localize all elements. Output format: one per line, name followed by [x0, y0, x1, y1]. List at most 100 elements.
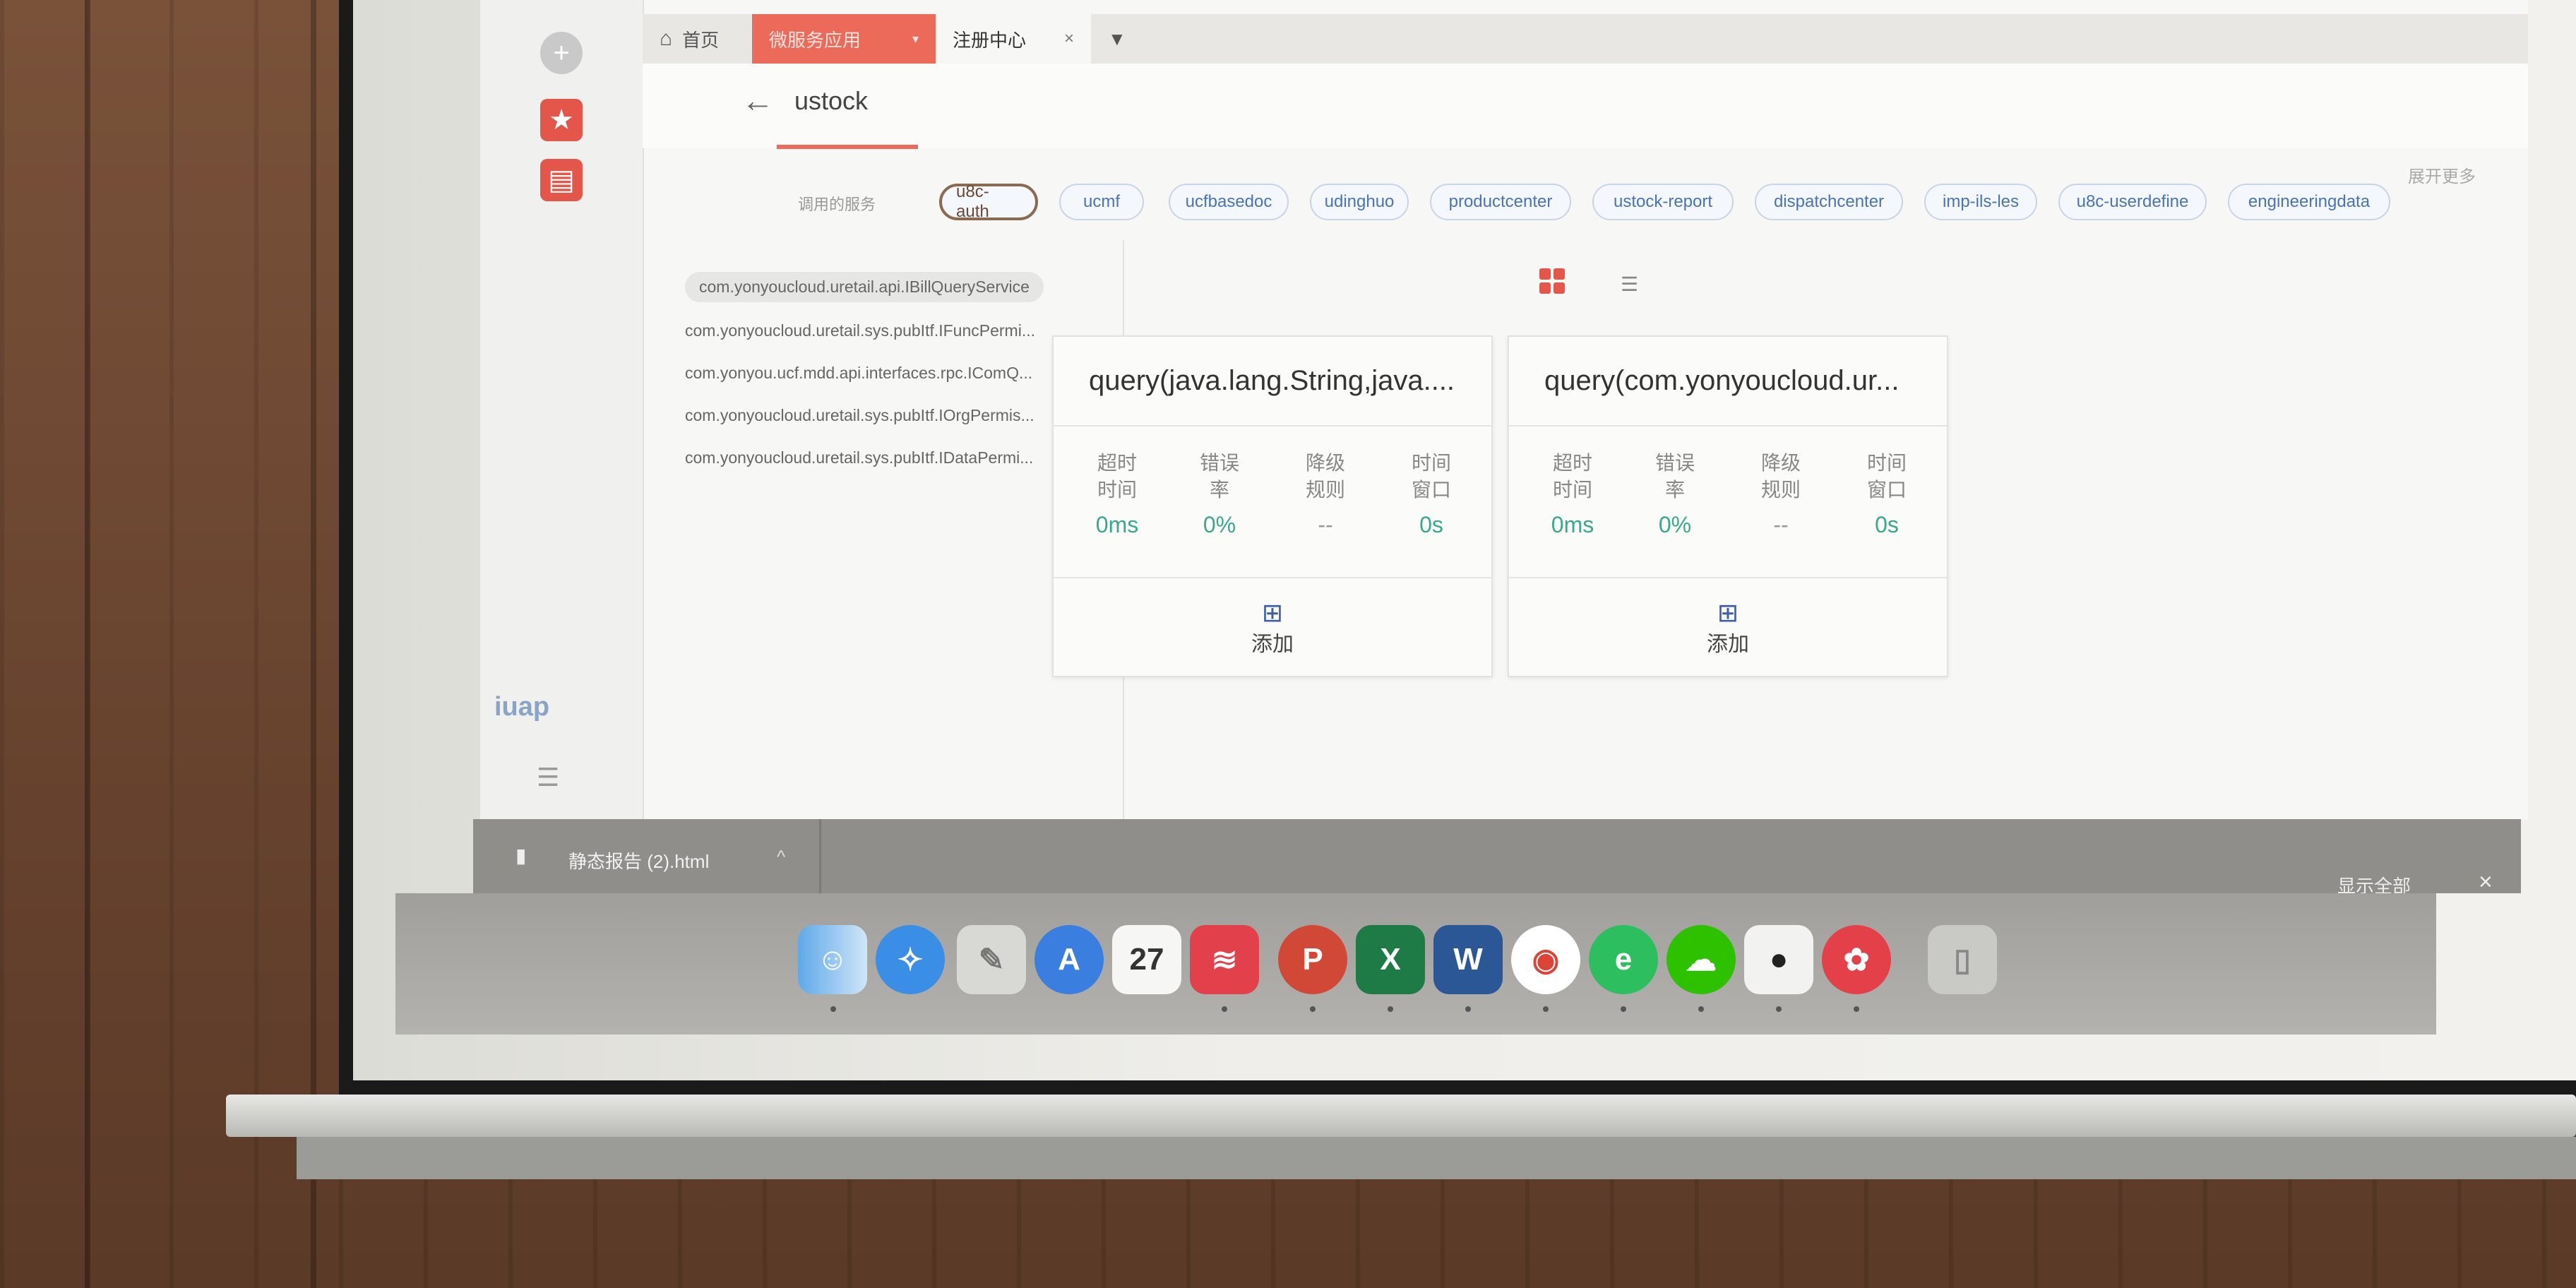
metric-value: 0ms [1095, 512, 1139, 537]
tab-bar: ⌂ 首页 微服务应用 ▾ 注册中心 × ▼ [643, 14, 2528, 64]
metric-time-window: 时间 窗口 0s [1837, 450, 1936, 538]
metric-value: 0s [1419, 512, 1443, 537]
metric-label: 率 [1664, 479, 1685, 501]
method-card: query(java.lang.String,java.... 超时 时间 0m… [1052, 335, 1493, 677]
tab-microservice-label: 微服务应用 [769, 29, 861, 51]
metric-timeout: 超时 时间 0ms [1068, 450, 1167, 538]
metric-label: 时间 [1097, 479, 1137, 501]
metric-label: 时间 [1552, 479, 1592, 501]
running-indicator [1388, 1006, 1393, 1012]
metric-error-rate: 错误 率 0% [1626, 450, 1724, 538]
safari-icon[interactable]: ✧ [876, 925, 945, 994]
service-chip[interactable]: u8c-userdefine [2058, 184, 2207, 220]
running-indicator [1854, 1006, 1859, 1012]
wall-panel-line [85, 0, 90, 1288]
back-arrow-icon[interactable]: ← [741, 81, 774, 119]
divider [1054, 425, 1491, 427]
grid-view-icon[interactable] [1539, 268, 1565, 294]
tab-microservice[interactable]: 微服务应用 ▾ [752, 14, 936, 64]
method-title: query(java.lang.String,java.... [1089, 365, 1455, 396]
notes-icon[interactable]: ✎ [957, 925, 1026, 994]
running-indicator [830, 1006, 836, 1012]
home-icon: ⌂ [660, 27, 673, 50]
metric-value: -- [1773, 512, 1789, 537]
add-square-icon[interactable]: ⊞ [1717, 598, 1739, 628]
close-icon[interactable]: × [2479, 869, 2493, 896]
evernote-icon[interactable]: e [1589, 925, 1658, 994]
service-chip[interactable]: ucfbasedoc [1169, 184, 1289, 220]
excel-icon[interactable]: X [1356, 925, 1425, 994]
powerpoint-icon[interactable]: P [1278, 925, 1347, 994]
tab-home[interactable]: ⌂ 首页 [643, 14, 752, 64]
chevron-down-icon[interactable]: ▾ [912, 32, 919, 47]
service-chip[interactable]: dispatchcenter [1755, 184, 1903, 220]
interface-item[interactable]: com.yonyou.ucf.mdd.api.interfaces.rpc.IC… [685, 364, 1032, 383]
chrome-icon[interactable]: ◉ [1511, 925, 1580, 994]
tab-registry[interactable]: 注册中心 × [936, 14, 1091, 64]
menu-icon[interactable]: ☰ [537, 763, 559, 792]
add-icon[interactable]: + [540, 32, 583, 74]
service-chip[interactable]: u8c-auth [939, 182, 1038, 221]
metric-timeout: 超时 时间 0ms [1523, 450, 1622, 538]
metric-label: 规则 [1760, 479, 1801, 501]
metric-label: 窗口 [1866, 479, 1907, 501]
screen-bottom [297, 1137, 2576, 1179]
screen-bar [226, 1095, 2576, 1137]
metric-label: 时间 [1866, 452, 1907, 474]
method-title: query(com.yonyoucloud.ur... [1544, 365, 1900, 396]
running-indicator [1543, 1006, 1549, 1012]
close-icon[interactable]: × [1064, 29, 1074, 49]
download-bar: ▮ 静态报告 (2).html ^ 显示全部 × [473, 819, 2521, 897]
page-title: ustock [794, 86, 869, 115]
download-filename[interactable]: 静态报告 (2).html [568, 847, 709, 873]
service-chip[interactable]: ustock-report [1592, 184, 1734, 220]
service-chip[interactable]: engineeringdata [2228, 184, 2390, 220]
trash-icon[interactable]: ▯ [1928, 925, 1997, 994]
divider [1509, 577, 1947, 578]
voice-memo-icon[interactable]: ≋ [1190, 925, 1259, 994]
mac-dock: ☺ ✧ ✎ A 27 ≋ P X W ◉ e ☁ ● ✿ ▯ [395, 893, 2436, 1034]
tab-registry-label: 注册中心 [953, 29, 1027, 51]
interface-item[interactable]: com.yonyoucloud.uretail.sys.pubItf.IData… [685, 448, 1033, 467]
metric-label: 超时 [1097, 452, 1137, 474]
favorites-icon[interactable]: ★ [540, 99, 583, 141]
metric-label: 规则 [1305, 479, 1345, 501]
metric-value: -- [1318, 512, 1333, 537]
word-icon[interactable]: W [1433, 925, 1503, 994]
add-button[interactable]: 添加 [1707, 626, 1749, 657]
interface-item[interactable]: com.yonyoucloud.uretail.sys.pubItf.IOrgP… [685, 406, 1034, 425]
running-indicator [1621, 1006, 1626, 1012]
running-indicator [1698, 1006, 1704, 1012]
service-chip[interactable]: udinghuo [1310, 184, 1409, 220]
chevron-up-icon[interactable]: ^ [777, 846, 785, 868]
running-indicator [1776, 1006, 1782, 1012]
metric-label: 超时 [1552, 452, 1592, 474]
service-chip[interactable]: ucmf [1059, 184, 1144, 220]
add-button[interactable]: 添加 [1251, 626, 1294, 657]
interface-item[interactable]: com.yonyoucloud.uretail.api.IBillQuerySe… [685, 272, 1044, 302]
qq-icon[interactable]: ● [1744, 925, 1813, 994]
service-chip[interactable]: productcenter [1430, 184, 1571, 220]
service-chip[interactable]: imp-ils-les [1924, 184, 2037, 220]
metric-label: 降级 [1760, 452, 1801, 474]
wechat-icon[interactable]: ☁ [1666, 925, 1736, 994]
tab-home-label: 首页 [682, 29, 720, 51]
add-square-icon[interactable]: ⊞ [1262, 598, 1283, 628]
app-icon[interactable]: ✿ [1822, 925, 1891, 994]
news-icon[interactable]: ▤ [540, 159, 583, 201]
service-row: 调用的服务 u8c-auth ucmf ucfbasedoc udinghuo … [643, 162, 2528, 233]
calendar-icon[interactable]: 27 [1112, 925, 1181, 994]
metric-degrade-rule: 降级 规则 -- [1731, 450, 1830, 538]
metric-value: 0% [1658, 512, 1692, 537]
app-store-icon[interactable]: A [1034, 925, 1104, 994]
page-header: ← ustock [643, 64, 2528, 149]
metric-label: 窗口 [1411, 479, 1451, 501]
metric-value: 0% [1203, 512, 1236, 537]
running-indicator [1310, 1006, 1316, 1012]
list-view-icon[interactable]: ☰ [1621, 273, 1638, 296]
interface-item[interactable]: com.yonyoucloud.uretail.sys.pubItf.IFunc… [685, 321, 1035, 340]
tabs-dropdown-icon[interactable]: ▼ [1091, 14, 1133, 64]
finder-icon[interactable]: ☺ [798, 925, 867, 994]
divider [1054, 577, 1491, 578]
expand-more-link[interactable]: 展开更多 [2408, 162, 2476, 187]
